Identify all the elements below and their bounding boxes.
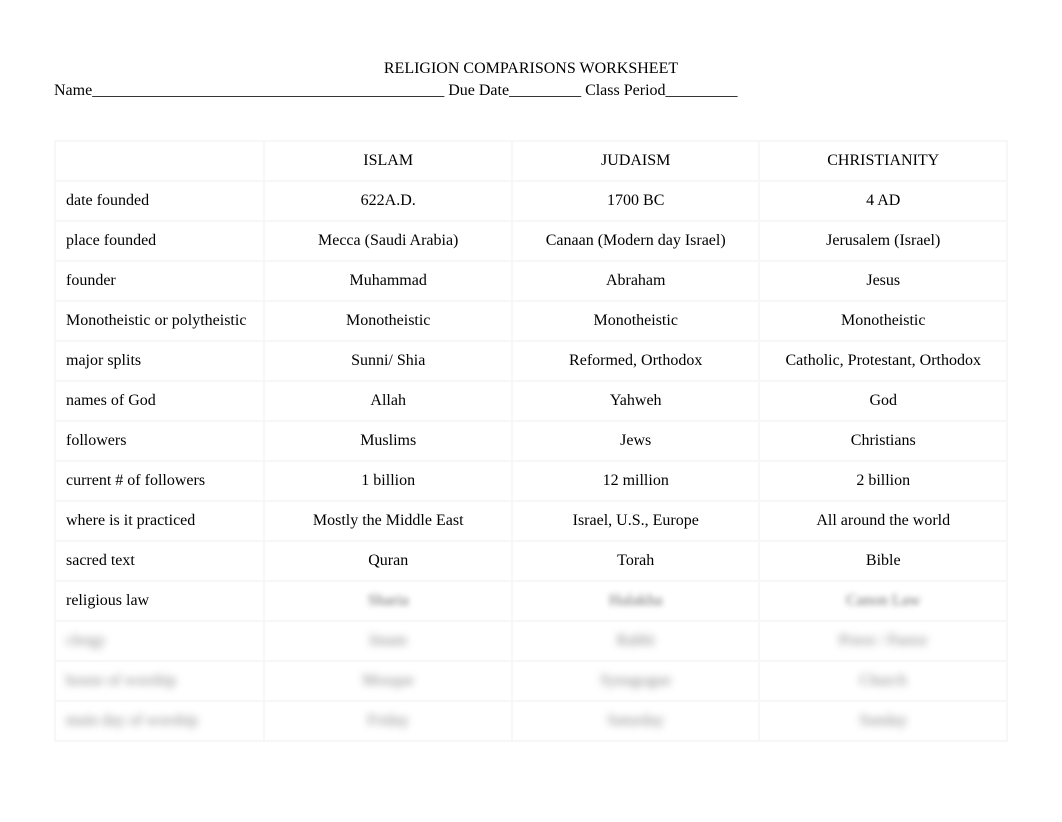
cell-islam: 1 billion xyxy=(264,461,512,501)
cell-judaism: Saturday xyxy=(512,701,760,741)
table-row: names of God Allah Yahweh God xyxy=(55,381,1007,421)
table-row: current # of followers 1 billion 12 mill… xyxy=(55,461,1007,501)
table-row: Monotheistic or polytheistic Monotheisti… xyxy=(55,301,1007,341)
table-header-row: ISLAM JUDAISM CHRISTIANITY xyxy=(55,141,1007,181)
row-label: sacred text xyxy=(55,541,264,581)
table-row: house of worship Mosque Synagogue Church xyxy=(55,661,1007,701)
cell-islam: Monotheistic xyxy=(264,301,512,341)
row-label: place founded xyxy=(55,221,264,261)
cell-judaism: Israel, U.S., Europe xyxy=(512,501,760,541)
row-label: date founded xyxy=(55,181,264,221)
cell-christianity: 4 AD xyxy=(759,181,1007,221)
row-label: founder xyxy=(55,261,264,301)
row-label: main day of worship xyxy=(55,701,264,741)
cell-islam: Sunni/ Shia xyxy=(264,341,512,381)
row-label: Monotheistic or polytheistic xyxy=(55,301,264,341)
cell-christianity: 2 billion xyxy=(759,461,1007,501)
cell-christianity: Jesus xyxy=(759,261,1007,301)
cell-judaism: 1700 BC xyxy=(512,181,760,221)
cell-christianity: Sunday xyxy=(759,701,1007,741)
worksheet-title: RELIGION COMPARISONS WORKSHEET xyxy=(54,60,1008,78)
cell-christianity: Bible xyxy=(759,541,1007,581)
header-empty xyxy=(55,141,264,181)
table-row: main day of worship Friday Saturday Sund… xyxy=(55,701,1007,741)
cell-christianity: Catholic, Protestant, Orthodox xyxy=(759,341,1007,381)
row-label: clergy xyxy=(55,621,264,661)
cell-judaism: Abraham xyxy=(512,261,760,301)
cell-christianity: God xyxy=(759,381,1007,421)
cell-christianity: Monotheistic xyxy=(759,301,1007,341)
table-row: where is it practiced Mostly the Middle … xyxy=(55,501,1007,541)
row-label: where is it practiced xyxy=(55,501,264,541)
row-label: major splits xyxy=(55,341,264,381)
cell-judaism: Torah xyxy=(512,541,760,581)
table-row: religious law Sharia Halakha Canon Law xyxy=(55,581,1007,621)
cell-christianity: Jerusalem (Israel) xyxy=(759,221,1007,261)
table-row: founder Muhammad Abraham Jesus xyxy=(55,261,1007,301)
row-label: current # of followers xyxy=(55,461,264,501)
header-islam: ISLAM xyxy=(264,141,512,181)
cell-islam: Mosque xyxy=(264,661,512,701)
cell-christianity: All around the world xyxy=(759,501,1007,541)
row-label: religious law xyxy=(55,581,264,621)
cell-islam: Muhammad xyxy=(264,261,512,301)
cell-islam: Mecca (Saudi Arabia) xyxy=(264,221,512,261)
header-christianity: CHRISTIANITY xyxy=(759,141,1007,181)
cell-christianity: Priest / Pastor xyxy=(759,621,1007,661)
header-judaism: JUDAISM xyxy=(512,141,760,181)
table-row: clergy Imam Rabbi Priest / Pastor xyxy=(55,621,1007,661)
cell-islam: Sharia xyxy=(264,581,512,621)
cell-islam: Imam xyxy=(264,621,512,661)
table-row: sacred text Quran Torah Bible xyxy=(55,541,1007,581)
worksheet-header-line: Name____________________________________… xyxy=(54,82,1008,100)
cell-islam: Allah xyxy=(264,381,512,421)
row-label: house of worship xyxy=(55,661,264,701)
row-label: followers xyxy=(55,421,264,461)
cell-islam: Quran xyxy=(264,541,512,581)
cell-islam: Muslims xyxy=(264,421,512,461)
comparison-table: ISLAM JUDAISM CHRISTIANITY date founded … xyxy=(54,140,1008,742)
cell-judaism: Monotheistic xyxy=(512,301,760,341)
table-row: followers Muslims Jews Christians xyxy=(55,421,1007,461)
row-label: names of God xyxy=(55,381,264,421)
table-row: place founded Mecca (Saudi Arabia) Canaa… xyxy=(55,221,1007,261)
cell-christianity: Church xyxy=(759,661,1007,701)
table-row: date founded 622A.D. 1700 BC 4 AD xyxy=(55,181,1007,221)
cell-judaism: 12 million xyxy=(512,461,760,501)
cell-judaism: Canaan (Modern day Israel) xyxy=(512,221,760,261)
cell-islam: 622A.D. xyxy=(264,181,512,221)
table-row: major splits Sunni/ Shia Reformed, Ortho… xyxy=(55,341,1007,381)
cell-christianity: Canon Law xyxy=(759,581,1007,621)
cell-christianity: Christians xyxy=(759,421,1007,461)
cell-judaism: Rabbi xyxy=(512,621,760,661)
cell-islam: Mostly the Middle East xyxy=(264,501,512,541)
cell-judaism: Synagogue xyxy=(512,661,760,701)
cell-judaism: Yahweh xyxy=(512,381,760,421)
cell-judaism: Jews xyxy=(512,421,760,461)
cell-judaism: Halakha xyxy=(512,581,760,621)
cell-islam: Friday xyxy=(264,701,512,741)
cell-judaism: Reformed, Orthodox xyxy=(512,341,760,381)
